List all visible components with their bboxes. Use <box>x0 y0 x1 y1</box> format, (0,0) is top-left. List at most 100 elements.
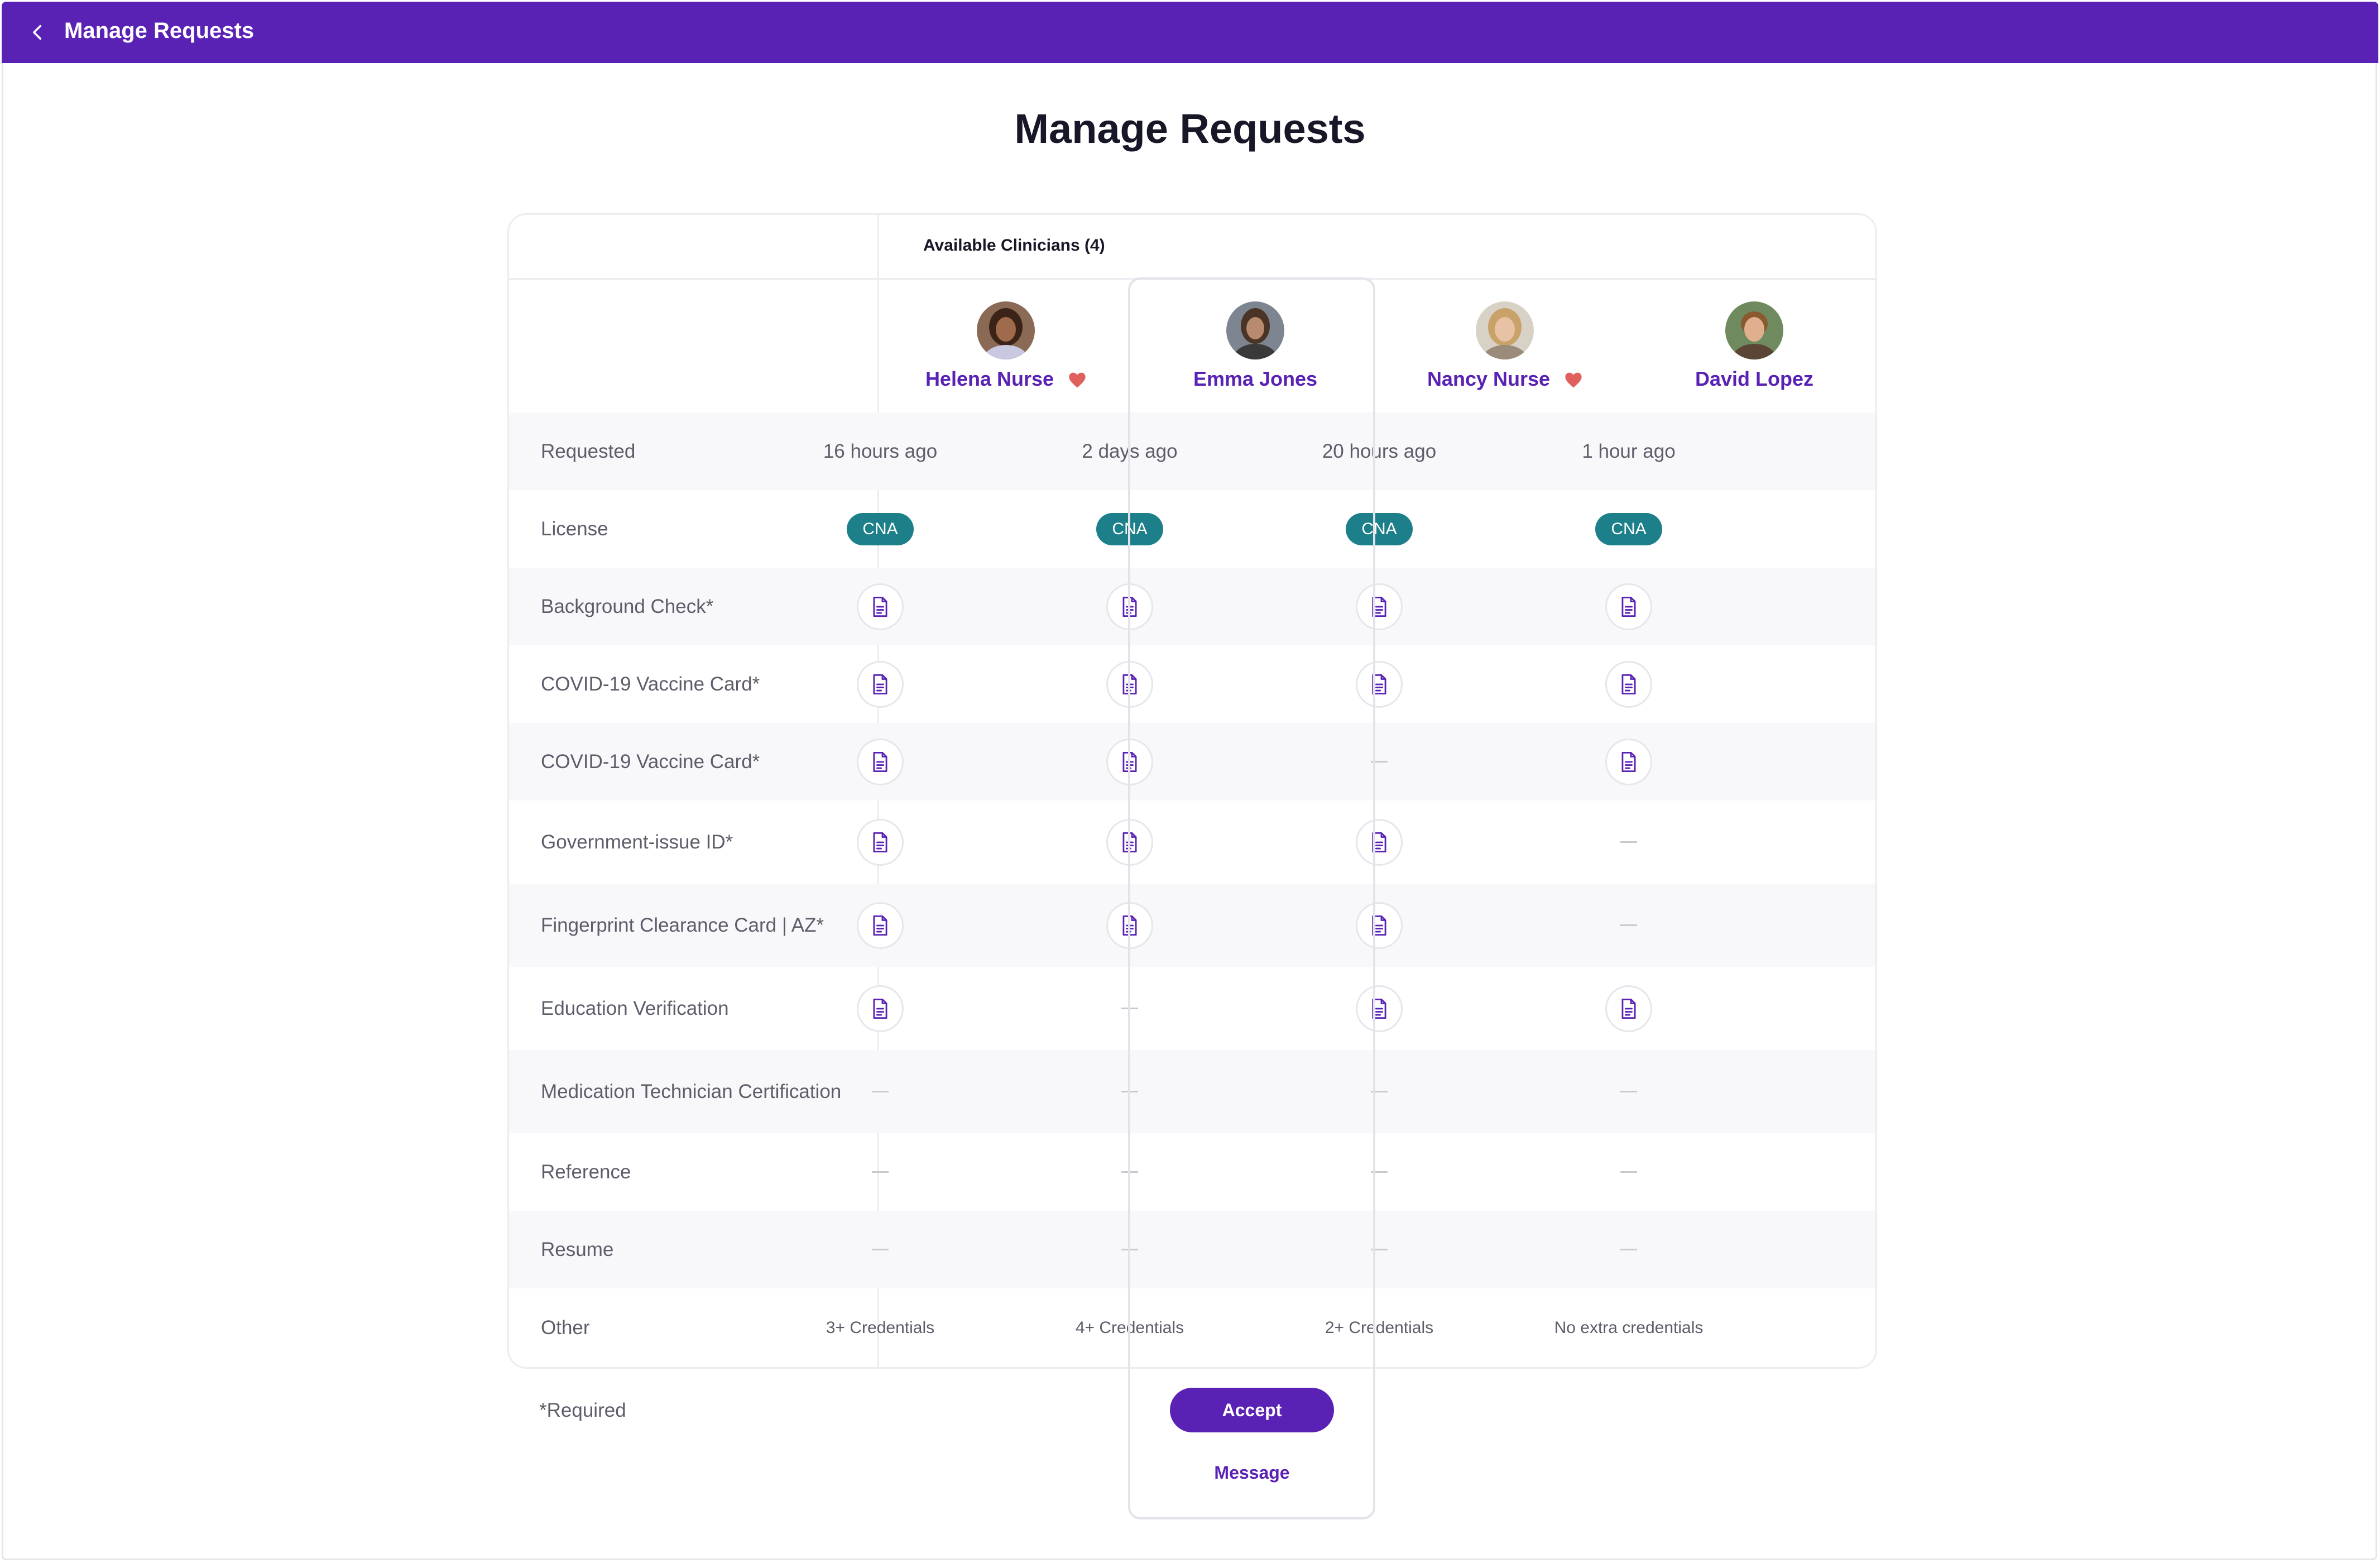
table-cell: 4+ Credentials <box>1007 1288 1253 1367</box>
document-icon[interactable] <box>1356 660 1403 708</box>
document-icon[interactable] <box>1356 902 1403 949</box>
accept-button[interactable]: Accept <box>1170 1388 1334 1432</box>
row-label: Background Check* <box>541 595 714 617</box>
table-cell: CNA <box>1506 490 1752 568</box>
table-cell <box>757 884 1003 967</box>
chevron-left-icon[interactable] <box>28 23 47 42</box>
available-clinicians-label: Available Clinicians (4) <box>923 236 1105 255</box>
license-badge: CNA <box>1595 512 1662 545</box>
document-icon[interactable] <box>1106 818 1153 866</box>
heart-icon <box>1069 373 1086 388</box>
table-row: Medication Technician Certification <box>509 1050 1875 1133</box>
table-row: Reference <box>509 1133 1875 1211</box>
cell-text: 1 hour ago <box>1582 440 1676 462</box>
table-cell <box>1506 967 1752 1050</box>
empty-dash <box>872 1091 889 1092</box>
table-cell <box>1256 723 1502 800</box>
table-cell <box>1506 884 1752 967</box>
empty-dash <box>1371 761 1388 763</box>
clinician-name-david[interactable]: David Lopez <box>1632 367 1875 391</box>
cell-text: 3+ Credentials <box>826 1318 935 1337</box>
table-cell: 2+ Credentials <box>1256 1288 1502 1367</box>
document-icon[interactable] <box>1106 738 1153 785</box>
table-cell <box>757 800 1003 884</box>
table-cell: 2 days ago <box>1007 413 1253 490</box>
table-cell <box>1506 1050 1752 1133</box>
table-cell: 3+ Credentials <box>757 1288 1003 1367</box>
header-divider <box>509 278 1875 280</box>
table-cell <box>1506 645 1752 723</box>
table-cell <box>1256 568 1502 645</box>
table-row: Resume <box>509 1211 1875 1288</box>
table-cell <box>1256 1133 1502 1211</box>
clinician-name-label: Helena Nurse <box>925 367 1054 390</box>
document-icon[interactable] <box>1605 985 1652 1032</box>
top-bar: Manage Requests <box>2 2 2378 63</box>
empty-dash <box>1121 1091 1138 1092</box>
table-cell: CNA <box>1256 490 1502 568</box>
empty-dash <box>1121 1008 1138 1009</box>
table-cell <box>1256 645 1502 723</box>
cell-text: 2 days ago <box>1082 440 1178 462</box>
table-row: Government-issue ID* <box>509 800 1875 884</box>
empty-dash <box>872 1171 889 1173</box>
avatar-david-lopez <box>1725 301 1783 359</box>
table-cell <box>1007 723 1253 800</box>
cell-text: 20 hours ago <box>1322 440 1437 462</box>
document-icon[interactable] <box>1356 583 1403 630</box>
clinician-name-helena[interactable]: Helena Nurse <box>883 367 1129 391</box>
table-cell <box>1506 1211 1752 1288</box>
table-cell: 16 hours ago <box>757 413 1003 490</box>
avatar-nancy-nurse <box>1476 301 1534 359</box>
document-icon[interactable] <box>857 902 904 949</box>
license-badge: CNA <box>1346 512 1413 545</box>
document-icon[interactable] <box>857 818 904 866</box>
empty-dash <box>1371 1171 1388 1173</box>
table-row: Requested 16 hours ago 2 days ago 20 hours … <box>509 413 1875 490</box>
table-cell <box>1007 1211 1253 1288</box>
document-icon[interactable] <box>857 738 904 785</box>
document-icon[interactable] <box>1356 985 1403 1032</box>
document-icon[interactable] <box>857 985 904 1032</box>
document-icon[interactable] <box>857 660 904 708</box>
table-cell <box>757 723 1003 800</box>
row-label: Government-issue ID* <box>541 831 733 853</box>
document-icon[interactable] <box>1605 583 1652 630</box>
row-label: Education Verification <box>541 997 729 1019</box>
table-cell <box>757 568 1003 645</box>
table-cell: No extra credentials <box>1506 1288 1752 1367</box>
clinician-name-label: David Lopez <box>1695 367 1814 390</box>
document-icon[interactable] <box>1605 738 1652 785</box>
document-icon[interactable] <box>1356 818 1403 866</box>
table-cell <box>1007 1133 1253 1211</box>
table-row: Other 3+ Credentials 4+ Credentials 2+ Cred… <box>509 1288 1875 1367</box>
table-row: COVID-19 Vaccine Card* <box>509 723 1875 800</box>
table-cell: 20 hours ago <box>1256 413 1502 490</box>
avatar-emma-jones <box>1226 301 1284 359</box>
row-label: Requested <box>541 440 636 462</box>
heart-icon <box>1565 373 1582 388</box>
table-cell: 1 hour ago <box>1506 413 1752 490</box>
message-link[interactable]: Message <box>1170 1463 1334 1483</box>
empty-dash <box>1620 924 1637 926</box>
empty-dash <box>1121 1249 1138 1250</box>
document-icon[interactable] <box>1605 660 1652 708</box>
cell-text: 2+ Credentials <box>1325 1318 1434 1337</box>
row-label: Other <box>541 1316 590 1339</box>
empty-dash <box>1620 1249 1637 1250</box>
clinician-name-emma[interactable]: Emma Jones <box>1133 367 1378 391</box>
document-icon[interactable] <box>1106 660 1153 708</box>
document-icon[interactable] <box>857 583 904 630</box>
empty-dash <box>1371 1091 1388 1092</box>
table-cell <box>757 967 1003 1050</box>
table-cell <box>1007 800 1253 884</box>
clinician-name-nancy[interactable]: Nancy Nurse <box>1382 367 1628 391</box>
row-label: Resume <box>541 1238 614 1260</box>
document-icon[interactable] <box>1106 902 1153 949</box>
license-badge: CNA <box>1096 512 1163 545</box>
cell-text: 4+ Credentials <box>1075 1318 1184 1337</box>
document-icon[interactable] <box>1106 583 1153 630</box>
table-cell <box>1256 1211 1502 1288</box>
page-title: Manage Requests <box>1014 106 1366 152</box>
table-cell <box>757 1050 1003 1133</box>
